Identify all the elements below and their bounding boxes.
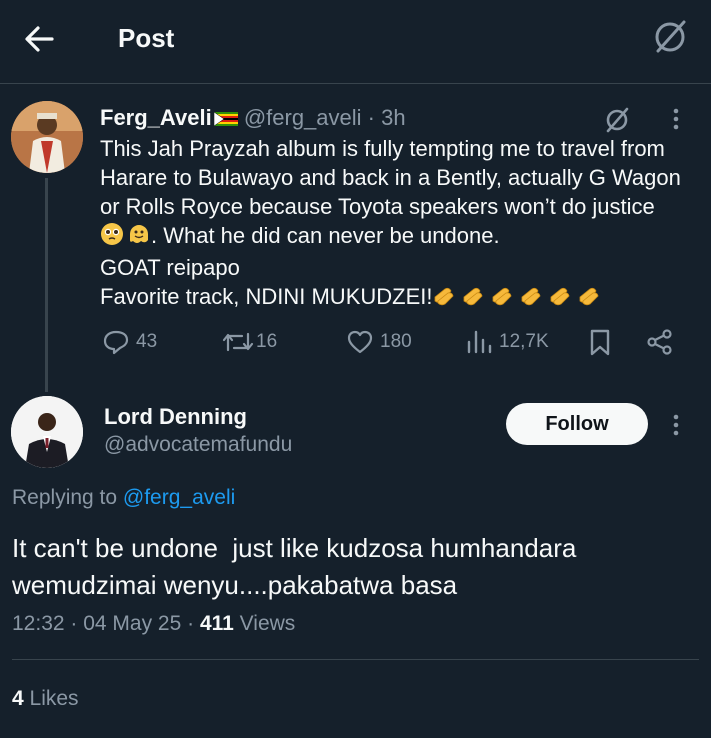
text-line-with-emoji: . What he did can never be undone. bbox=[100, 221, 700, 253]
likes-label: Likes bbox=[23, 687, 79, 710]
back-arrow-icon[interactable] bbox=[22, 22, 56, 56]
text-line-with-emoji: Favorite track, NDINI MUKUDZEI! bbox=[100, 282, 700, 314]
repost-count: 16 bbox=[256, 331, 278, 352]
thread-line bbox=[45, 178, 48, 392]
parent-tweet-text: This Jah Prayzah album is fully tempting… bbox=[100, 134, 700, 314]
replying-to-line: Replying to @ferg_aveli bbox=[12, 484, 235, 512]
more-options-icon[interactable] bbox=[664, 104, 688, 134]
bookmark-button[interactable] bbox=[588, 326, 612, 358]
reply-count: 43 bbox=[136, 331, 158, 352]
text-line: wemudzimai wenyu....pakabatwa basa bbox=[12, 570, 458, 600]
follow-button[interactable]: Follow bbox=[506, 403, 648, 445]
more-options-icon[interactable] bbox=[664, 410, 688, 440]
text-line: or Rolls Royce because Toyota speakers w… bbox=[100, 194, 655, 219]
text-line: GOAT reipapo bbox=[100, 255, 240, 280]
bookmark-icon bbox=[590, 329, 610, 356]
text-line: Favorite track, NDINI MUKUDZEI! bbox=[100, 284, 433, 309]
parent-avatar[interactable] bbox=[11, 101, 83, 173]
replying-to-mention[interactable]: @ferg_aveli bbox=[123, 486, 235, 509]
parent-header: Ferg_Aveli @ferg_aveli · 3h bbox=[100, 104, 406, 132]
share-button[interactable] bbox=[646, 326, 674, 358]
reply-icon bbox=[103, 330, 129, 355]
view-count: 12,7K bbox=[499, 331, 549, 352]
views-button[interactable]: 12,7K bbox=[465, 326, 549, 358]
parent-author-handle[interactable]: @ferg_aveli bbox=[244, 105, 362, 130]
text-line: It can't be undone just like kudzosa hum… bbox=[12, 533, 577, 563]
reply-timestamp[interactable]: 12:32 · 04 May 25 · bbox=[12, 612, 200, 635]
reply-author-handle[interactable]: @advocatemafundu bbox=[104, 431, 292, 459]
reply-avatar[interactable] bbox=[11, 396, 83, 468]
melting-face-emoji-icon bbox=[127, 222, 151, 253]
repost-icon bbox=[222, 332, 254, 352]
reply-author-name[interactable]: Lord Denning bbox=[104, 403, 247, 431]
top-bar: Post bbox=[0, 0, 711, 84]
parent-timestamp[interactable]: · 3h bbox=[368, 105, 406, 130]
divider bbox=[12, 659, 699, 660]
text-line: This Jah Prayzah album is fully tempting… bbox=[100, 136, 665, 161]
page-title: Post bbox=[118, 23, 175, 53]
views-label: Views bbox=[233, 612, 296, 635]
like-count: 180 bbox=[380, 331, 412, 352]
grok-icon[interactable] bbox=[602, 104, 632, 134]
like-button[interactable]: 180 bbox=[346, 326, 412, 358]
zimbabwe-flag-icon bbox=[213, 112, 238, 126]
parent-author-name[interactable]: Ferg_Aveli bbox=[100, 105, 212, 130]
grok-icon[interactable] bbox=[650, 16, 690, 56]
likes-summary[interactable]: 4 Likes bbox=[12, 685, 79, 713]
tweet-meta: 12:32 · 04 May 25 · 411 Views bbox=[12, 610, 295, 638]
reply-button[interactable]: 43 bbox=[102, 326, 157, 358]
share-icon bbox=[647, 329, 672, 355]
text-line: Harare to Bulawayo and back in a Bently,… bbox=[100, 165, 681, 190]
heart-icon bbox=[347, 330, 373, 354]
reply-like-count: 4 bbox=[12, 687, 24, 710]
replying-to-label: Replying to bbox=[12, 486, 118, 509]
views-icon bbox=[467, 330, 492, 354]
clapping-hands-emoji-icon bbox=[432, 283, 606, 314]
reply-view-count: 411 bbox=[199, 612, 234, 635]
pleading-face-emoji-icon bbox=[100, 222, 124, 253]
reply-tweet-text: It can't be undone just like kudzosa hum… bbox=[12, 530, 576, 604]
text-line: . What he did can never be undone. bbox=[151, 223, 500, 248]
repost-button[interactable]: 16 bbox=[222, 326, 277, 358]
